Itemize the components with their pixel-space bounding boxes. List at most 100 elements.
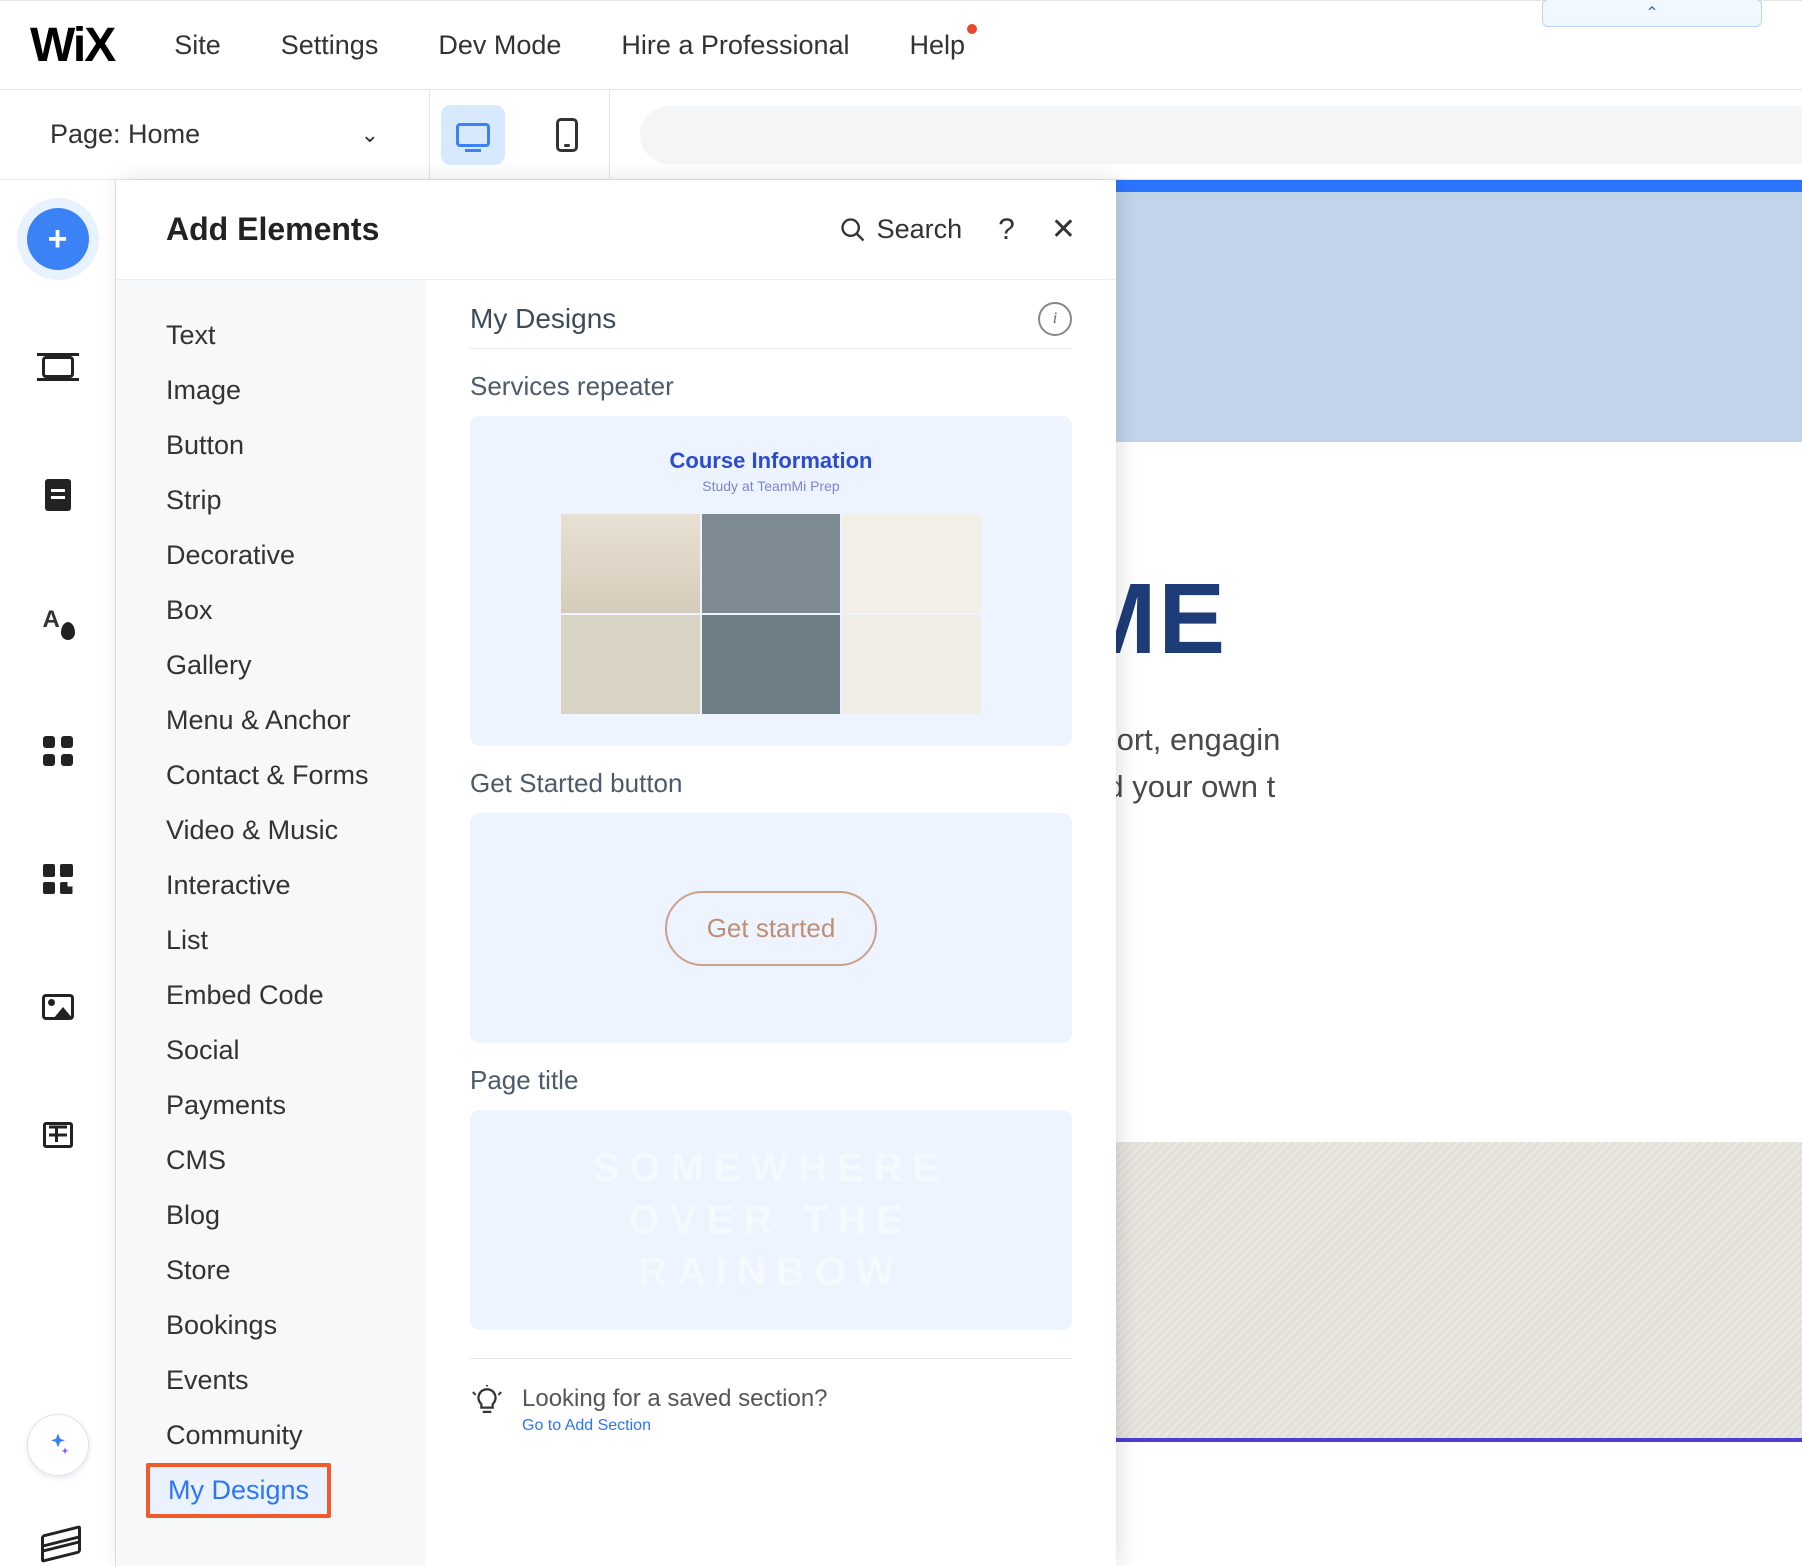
add-elements-button[interactable]: + bbox=[27, 208, 89, 270]
category-item-strip[interactable]: Strip bbox=[116, 473, 426, 528]
desktop-view-button[interactable] bbox=[441, 105, 505, 165]
layers-button[interactable] bbox=[41, 1530, 75, 1550]
category-item-box[interactable]: Box bbox=[116, 583, 426, 638]
detail-pane: My Designs i Services repeater Course In… bbox=[426, 280, 1116, 1566]
sparkle-icon bbox=[44, 1431, 72, 1459]
notification-dot-icon bbox=[967, 24, 977, 34]
category-item-menu-anchor[interactable]: Menu & Anchor bbox=[116, 693, 426, 748]
category-item-interactive[interactable]: Interactive bbox=[116, 858, 426, 913]
sections-icon bbox=[42, 356, 74, 378]
group-label-services: Services repeater bbox=[470, 371, 1072, 402]
lightbulb-icon bbox=[470, 1385, 504, 1419]
category-item-gallery[interactable]: Gallery bbox=[116, 638, 426, 693]
puzzle-icon bbox=[43, 864, 73, 894]
category-item-contact-forms[interactable]: Contact & Forms bbox=[116, 748, 426, 803]
detail-heading: My Designs bbox=[470, 303, 616, 335]
title-line-1: SOMEWHERE bbox=[593, 1146, 950, 1190]
page-selector[interactable]: Page: Home ⌄ bbox=[0, 90, 430, 179]
device-switch bbox=[430, 90, 610, 179]
design-card-page-title[interactable]: SOMEWHERE OVER THE RAINBOW bbox=[470, 1110, 1072, 1330]
get-started-preview-button: Get started bbox=[665, 891, 878, 966]
saved-section-hint: Looking for a saved section? Go to Add S… bbox=[470, 1358, 1072, 1435]
question-icon: ? bbox=[998, 213, 1015, 246]
category-item-video-music[interactable]: Video & Music bbox=[116, 803, 426, 858]
panel-title: Add Elements bbox=[166, 211, 379, 248]
page-icon bbox=[45, 479, 71, 511]
left-rail: + bbox=[0, 180, 116, 1566]
main-area: WELCOME lcome visitors to your site with… bbox=[0, 180, 1802, 1566]
category-item-image[interactable]: Image bbox=[116, 363, 426, 418]
design-card-services-repeater[interactable]: Course Information Study at TeamMi Prep bbox=[470, 416, 1072, 746]
chevron-down-icon: ⌄ bbox=[361, 122, 379, 148]
add-elements-panel: Add Elements Search ? ✕ TextImageButtonS… bbox=[116, 180, 1116, 1566]
media-button[interactable] bbox=[27, 976, 89, 1038]
media-icon bbox=[42, 994, 74, 1020]
site-design-button[interactable] bbox=[27, 592, 89, 654]
pages-button[interactable] bbox=[27, 464, 89, 526]
topnav-dev-mode[interactable]: Dev Mode bbox=[438, 30, 561, 61]
group-label-button: Get Started button bbox=[470, 768, 1072, 799]
url-bar[interactable] bbox=[640, 106, 1802, 164]
go-to-add-section-link[interactable]: Go to Add Section bbox=[522, 1417, 651, 1435]
category-item-payments[interactable]: Payments bbox=[116, 1078, 426, 1133]
ai-assistant-button[interactable] bbox=[27, 1414, 89, 1476]
topnav-hire[interactable]: Hire a Professional bbox=[621, 30, 849, 61]
cms-button[interactable] bbox=[27, 1104, 89, 1166]
page-title-preview: SOMEWHERE OVER THE RAINBOW bbox=[593, 1142, 950, 1298]
desktop-icon bbox=[456, 123, 490, 147]
group-label-pagetitle: Page title bbox=[470, 1065, 1072, 1096]
cms-icon bbox=[43, 1122, 73, 1148]
panel-body: TextImageButtonStripDecorativeBoxGallery… bbox=[116, 280, 1116, 1566]
hint-text: Looking for a saved section? bbox=[522, 1385, 828, 1413]
panel-close-button[interactable]: ✕ bbox=[1051, 212, 1076, 247]
category-item-cms[interactable]: CMS bbox=[116, 1133, 426, 1188]
title-line-2: OVER THE bbox=[629, 1198, 913, 1242]
second-bar: Page: Home ⌄ bbox=[0, 90, 1802, 180]
topnav-site[interactable]: Site bbox=[174, 30, 221, 61]
mobile-icon bbox=[556, 118, 578, 152]
category-item-embed-code[interactable]: Embed Code bbox=[116, 968, 426, 1023]
detail-head: My Designs i bbox=[470, 302, 1072, 349]
title-line-3: RAINBOW bbox=[638, 1250, 904, 1294]
topnav-settings[interactable]: Settings bbox=[281, 30, 379, 61]
category-item-blog[interactable]: Blog bbox=[116, 1188, 426, 1243]
panel-search[interactable]: Search bbox=[839, 214, 963, 245]
info-icon: i bbox=[1053, 310, 1057, 328]
category-item-community[interactable]: Community bbox=[116, 1408, 426, 1463]
category-list[interactable]: TextImageButtonStripDecorativeBoxGallery… bbox=[116, 280, 426, 1566]
category-item-events[interactable]: Events bbox=[116, 1353, 426, 1408]
app-market-button[interactable] bbox=[27, 720, 89, 782]
top-bar: WiX Site Settings Dev Mode Hire a Profes… bbox=[0, 0, 1802, 90]
my-business-button[interactable] bbox=[27, 848, 89, 910]
category-item-button[interactable]: Button bbox=[116, 418, 426, 473]
design-card-get-started[interactable]: Get started bbox=[470, 813, 1072, 1043]
category-item-bookings[interactable]: Bookings bbox=[116, 1298, 426, 1353]
sections-button[interactable] bbox=[27, 336, 89, 398]
services-grid-preview bbox=[561, 514, 981, 714]
panel-help-button[interactable]: ? bbox=[998, 213, 1015, 247]
search-icon bbox=[839, 216, 867, 244]
wix-logo: WiX bbox=[30, 18, 114, 73]
info-button[interactable]: i bbox=[1038, 302, 1072, 336]
services-title: Course Information bbox=[670, 448, 873, 474]
close-icon: ✕ bbox=[1051, 213, 1076, 246]
panel-header: Add Elements Search ? ✕ bbox=[116, 180, 1116, 280]
chevron-up-icon: ⌃ bbox=[1645, 3, 1658, 23]
topnav-help[interactable]: Help bbox=[910, 30, 966, 61]
category-item-store[interactable]: Store bbox=[116, 1243, 426, 1298]
plus-icon: + bbox=[48, 220, 68, 259]
topnav-help-label: Help bbox=[910, 30, 966, 60]
design-icon bbox=[43, 608, 73, 638]
top-nav: Site Settings Dev Mode Hire a Profession… bbox=[174, 30, 965, 61]
page-selector-label: Page: Home bbox=[50, 119, 200, 150]
category-item-my-designs[interactable]: My Designs bbox=[146, 1463, 331, 1518]
category-item-text[interactable]: Text bbox=[116, 308, 426, 363]
category-item-decorative[interactable]: Decorative bbox=[116, 528, 426, 583]
panel-actions: Search ? ✕ bbox=[839, 212, 1076, 247]
category-item-list[interactable]: List bbox=[116, 913, 426, 968]
collapse-pill[interactable]: ⌃ bbox=[1542, 0, 1762, 27]
category-item-social[interactable]: Social bbox=[116, 1023, 426, 1078]
search-label: Search bbox=[877, 214, 963, 245]
mobile-view-button[interactable] bbox=[535, 105, 599, 165]
services-subtitle: Study at TeamMi Prep bbox=[702, 478, 839, 494]
